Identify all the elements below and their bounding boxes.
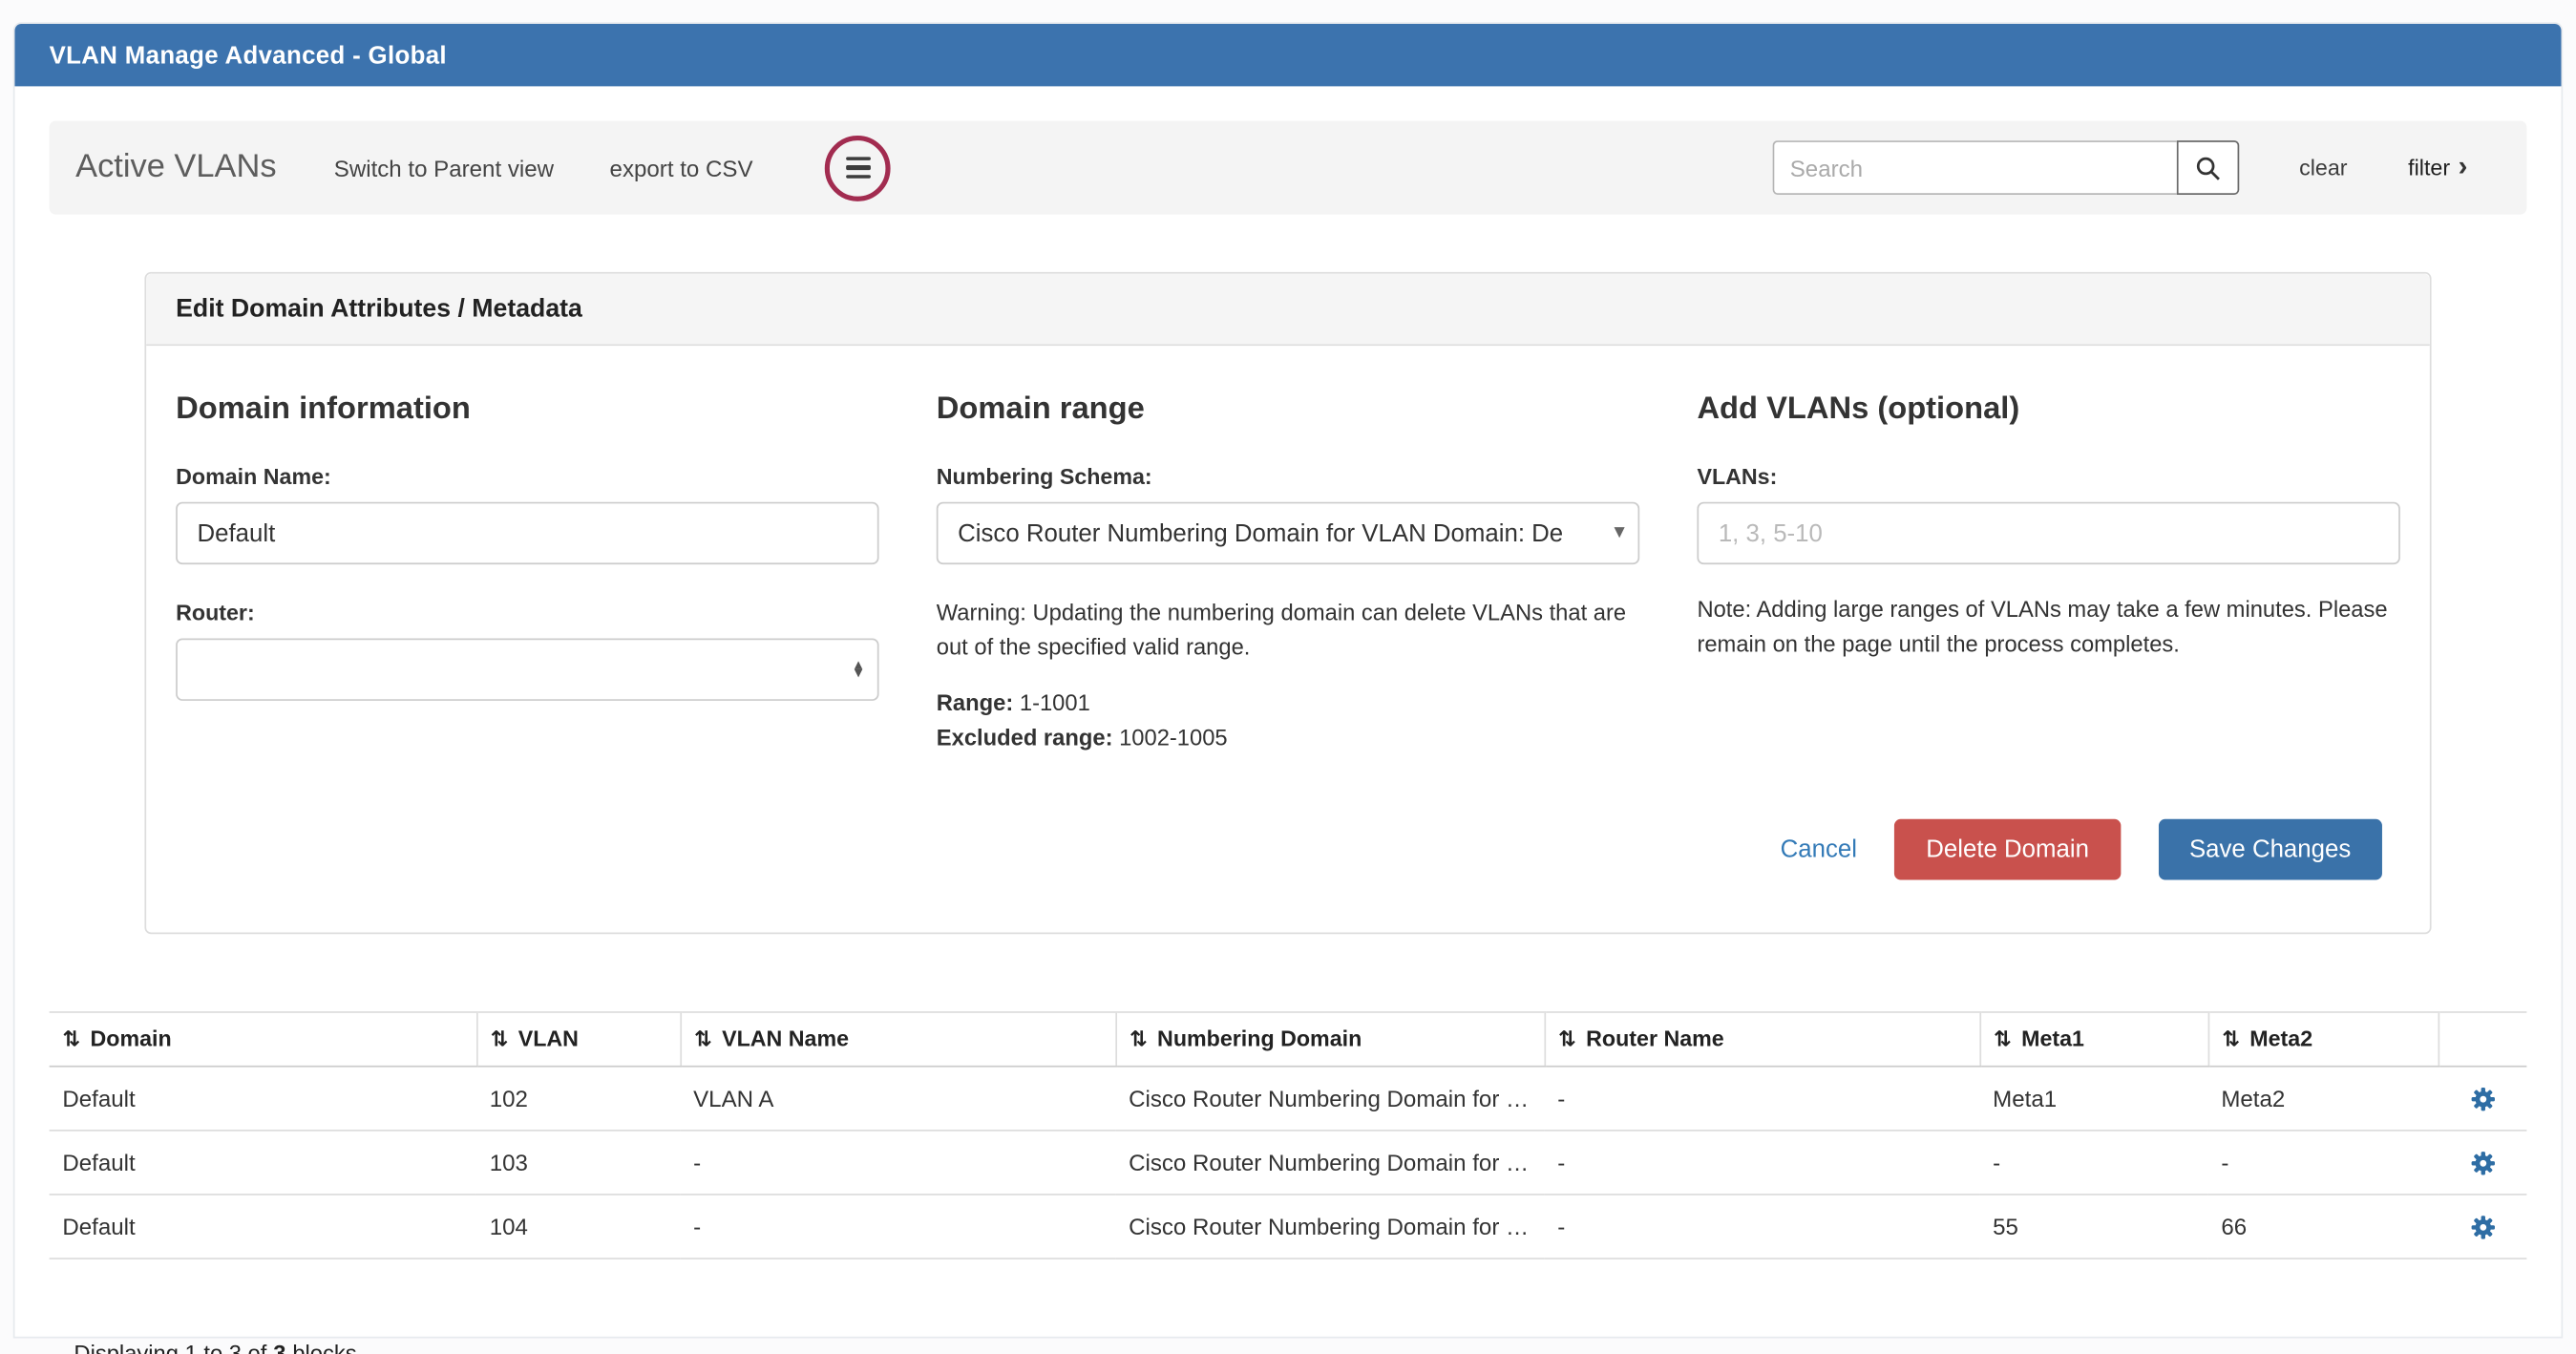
chevron-right-icon: › [2459,150,2468,182]
numbering-warning-text: Warning: Updating the numbering domain c… [937,598,1639,666]
domain-information-heading: Domain information [176,391,878,428]
vlans-label: VLANs: [1697,464,2399,489]
footer-suffix: blocks [292,1343,356,1354]
panel-body: Domain information Domain Name: Router: … [146,346,2430,751]
sort-icon: ⇅ [1558,1028,1576,1053]
toolbar: Active VLANs Switch to Parent view expor… [50,121,2527,215]
filter-link[interactable]: filter › [2408,151,2467,183]
excluded-range-label: Excluded range: [937,726,1113,751]
cell-meta2: Meta2 [2208,1067,2439,1131]
cell-numbering-domain: Cisco Router Numbering Domain for … [1115,1132,1544,1195]
footer-prefix: Displaying 1 to 3 of [74,1343,266,1354]
domain-name-label: Domain Name: [176,464,878,489]
edit-domain-panel: Edit Domain Attributes / Metadata Domain… [144,272,2431,935]
table-row: Default 102 VLAN A Cisco Router Numberin… [50,1067,2527,1131]
domain-name-input[interactable] [176,502,878,564]
domain-information-section: Domain information Domain Name: Router: … [176,391,878,751]
sort-icon: ⇅ [2222,1028,2240,1053]
sort-icon: ⇅ [1994,1028,2012,1053]
excluded-range-line: Excluded range: 1002-1005 [937,726,1639,751]
cell-vlan: 104 [476,1195,680,1259]
column-header-actions [2438,1013,2526,1068]
column-header-vlan[interactable]: ⇅VLAN [476,1013,680,1068]
cell-numbering-domain: Cisco Router Numbering Domain for … [1115,1195,1544,1259]
cell-meta1: 55 [1979,1195,2207,1259]
switch-parent-view-link[interactable]: Switch to Parent view [334,155,554,181]
save-changes-button[interactable]: Save Changes [2158,819,2382,880]
range-value: 1-1001 [1020,691,1090,716]
vlans-input[interactable] [1697,502,2399,564]
column-header-router-name[interactable]: ⇅Router Name [1544,1013,1979,1068]
column-header-domain[interactable]: ⇅Domain [50,1013,476,1068]
vlan-table: ⇅Domain ⇅VLAN ⇅VLAN Name ⇅Numbering Doma… [50,1012,2527,1260]
column-header-meta2[interactable]: ⇅Meta2 [2208,1013,2439,1068]
cell-domain: Default [50,1067,476,1131]
dropdown-icon: ▾ [1609,520,1624,545]
domain-range-section: Domain range Numbering Schema: Cisco Rou… [937,391,1639,751]
cell-vlan: 103 [476,1132,680,1195]
settings-gear-icon[interactable] [2468,1214,2496,1241]
settings-gear-icon[interactable] [2468,1150,2496,1177]
filter-label: filter [2408,156,2450,180]
numbering-schema-select[interactable]: Cisco Router Numbering Domain for VLAN D… [937,502,1639,564]
page: VLAN Manage Advanced - Global Active VLA… [0,24,2576,1354]
cell-meta2: 66 [2208,1195,2439,1259]
column-header-numbering-domain[interactable]: ⇅Numbering Domain [1115,1013,1544,1068]
sort-icon: ⇅ [694,1028,712,1053]
range-line: Range: 1-1001 [937,691,1639,716]
cancel-link[interactable]: Cancel [1781,836,1857,864]
sort-icon: ⇅ [1130,1028,1148,1053]
sort-icon: ⇅ [62,1028,80,1053]
domain-range-heading: Domain range [937,391,1639,428]
panel-actions: Cancel Delete Domain Save Changes [146,751,2430,933]
table-row: Default 104 - Cisco Router Numbering Dom… [50,1195,2527,1259]
table-header-row: ⇅Domain ⇅VLAN ⇅VLAN Name ⇅Numbering Doma… [50,1013,2527,1068]
cell-vlan-name: - [680,1195,1115,1259]
vlan-manage-window: VLAN Manage Advanced - Global Active VLA… [14,24,2561,1337]
column-header-meta1[interactable]: ⇅Meta1 [1979,1013,2207,1068]
cell-domain: Default [50,1132,476,1195]
vlans-note-text: Note: Adding large ranges of VLANs may t… [1697,594,2399,662]
hamburger-icon [846,157,871,160]
table-footer: Displaying 1 to 3 of 3 blocks [74,1343,2561,1354]
range-label: Range: [937,691,1013,716]
settings-gear-icon[interactable] [2468,1086,2496,1113]
sort-icon: ⇅ [491,1028,509,1053]
cell-meta2: - [2208,1132,2439,1195]
magnifier-icon [2194,155,2221,181]
window-title: VLAN Manage Advanced - Global [50,41,447,69]
cell-vlan-name: - [680,1132,1115,1195]
router-select[interactable]: ▲ ▼ [176,639,878,701]
delete-domain-button[interactable]: Delete Domain [1895,819,2121,880]
cell-meta1: Meta1 [1979,1067,2207,1131]
cell-domain: Default [50,1195,476,1259]
window-title-bar: VLAN Manage Advanced - Global [14,24,2561,86]
menu-circle-button[interactable] [825,135,891,201]
add-vlans-section: Add VLANs (optional) VLANs: Note: Adding… [1697,391,2399,751]
search-input[interactable] [1772,140,2176,195]
select-stepper-icon: ▲ ▼ [855,661,863,679]
panel-title: Edit Domain Attributes / Metadata [146,274,2430,347]
cell-meta1: - [1979,1132,2207,1195]
excluded-range-value: 1002-1005 [1119,726,1228,751]
search-button[interactable] [2176,140,2238,195]
export-csv-link[interactable]: export to CSV [610,155,753,181]
add-vlans-heading: Add VLANs (optional) [1697,391,2399,428]
cell-numbering-domain: Cisco Router Numbering Domain for … [1115,1067,1544,1131]
cell-vlan: 102 [476,1067,680,1131]
cell-router-name: - [1544,1132,1979,1195]
table-row: Default 103 - Cisco Router Numbering Dom… [50,1132,2527,1195]
numbering-schema-value: Cisco Router Numbering Domain for VLAN D… [958,519,1618,547]
cell-vlan-name: VLAN A [680,1067,1115,1131]
page-title: Active VLANs [75,149,276,187]
clear-link[interactable]: clear [2299,156,2347,180]
cell-router-name: - [1544,1195,1979,1259]
cell-router-name: - [1544,1067,1979,1131]
toolbar-right-group: clear filter › [1772,140,2501,195]
router-label: Router: [176,601,878,625]
column-header-vlan-name[interactable]: ⇅VLAN Name [680,1013,1115,1068]
numbering-schema-label: Numbering Schema: [937,464,1639,489]
footer-count: 3 [273,1343,285,1354]
